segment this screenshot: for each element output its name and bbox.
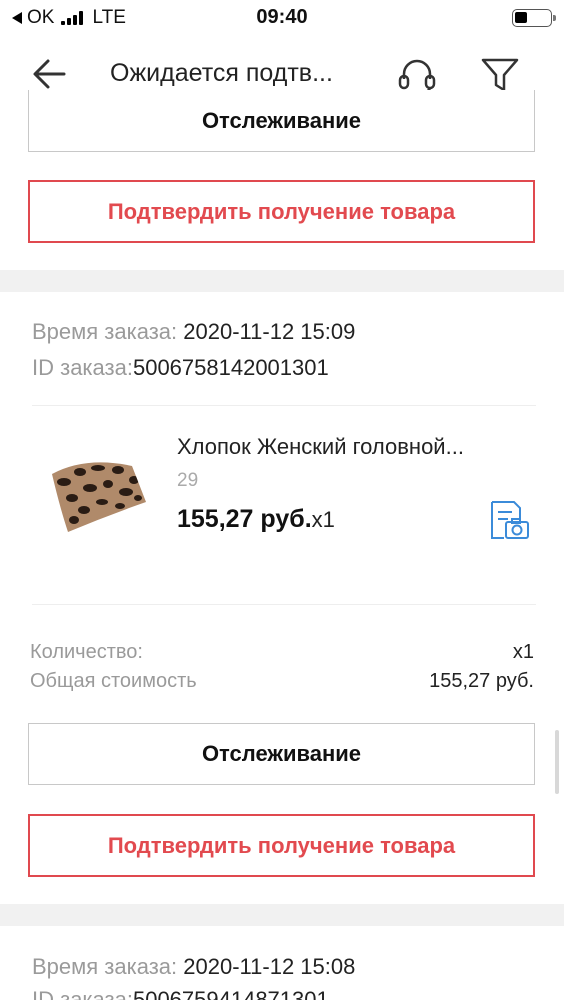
order-id: ID заказа:5006758142001301: [32, 355, 329, 380]
divider: [32, 604, 536, 605]
track-button[interactable]: Отслеживание: [28, 90, 535, 152]
product-name[interactable]: Хлопок Женский головной...: [177, 434, 464, 460]
support-headset-icon[interactable]: [395, 55, 439, 95]
back-arrow-icon[interactable]: [30, 56, 70, 92]
order-time: Время заказа: 2020-11-12 15:09: [32, 319, 356, 344]
confirm-receipt-button[interactable]: Подтвердить получение товара: [28, 180, 535, 243]
photo-review-icon[interactable]: [488, 500, 532, 540]
order-id: ID заказа:5006759414871301: [32, 987, 329, 1000]
confirm-receipt-button[interactable]: Подтвердить получение товара: [28, 814, 535, 877]
total-value: 155,27 руб.: [429, 670, 534, 692]
divider: [32, 405, 536, 406]
quantity-value: x1: [512, 641, 534, 663]
scrollbar[interactable]: [555, 730, 559, 794]
total-label: Общая стоимость: [30, 670, 197, 692]
order-time: Время заказа: 2020-11-12 15:08: [32, 954, 356, 979]
section-divider: [0, 270, 564, 292]
product-price: 155,27 руб.x1: [177, 505, 335, 533]
product-thumbnail[interactable]: [46, 452, 148, 534]
page-title: Ожидается подтв...: [110, 59, 333, 87]
battery-icon: [512, 9, 556, 27]
status-bar: OK LTE 09:40: [0, 0, 564, 36]
status-time: 09:40: [256, 6, 308, 28]
product-sku: 29: [177, 470, 199, 491]
track-button[interactable]: Отслеживание: [28, 723, 535, 785]
section-divider: [0, 904, 564, 926]
quantity-label: Количество:: [30, 641, 143, 663]
